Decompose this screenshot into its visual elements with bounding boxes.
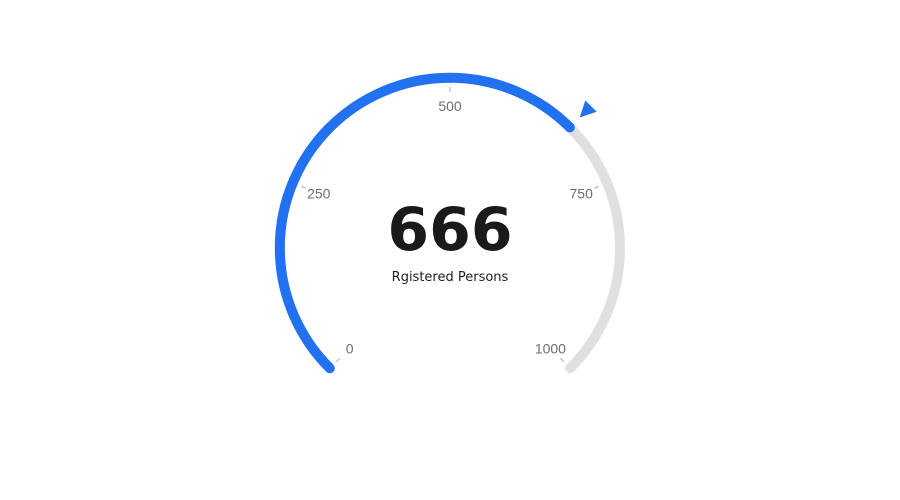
gauge-chart: 0 250 500 750 1000 666 Rgistered Persons — [274, 72, 625, 374]
gauge-value: 666 — [387, 195, 512, 265]
gauge-tick-label: 750 — [570, 186, 594, 202]
gauge-pointer-icon — [579, 100, 597, 118]
gauge-caption: Rgistered Persons — [392, 270, 509, 285]
gauge-tick — [335, 357, 341, 363]
gauge-tick — [593, 185, 600, 189]
gauge-tick-label: 500 — [438, 98, 462, 114]
gauge-tick-label: 1000 — [535, 340, 566, 356]
gauge-tick-label: 250 — [307, 186, 331, 202]
gauge-tick — [300, 185, 307, 189]
gauge-tick — [559, 357, 565, 363]
gauge-tick-label: 0 — [346, 340, 354, 356]
